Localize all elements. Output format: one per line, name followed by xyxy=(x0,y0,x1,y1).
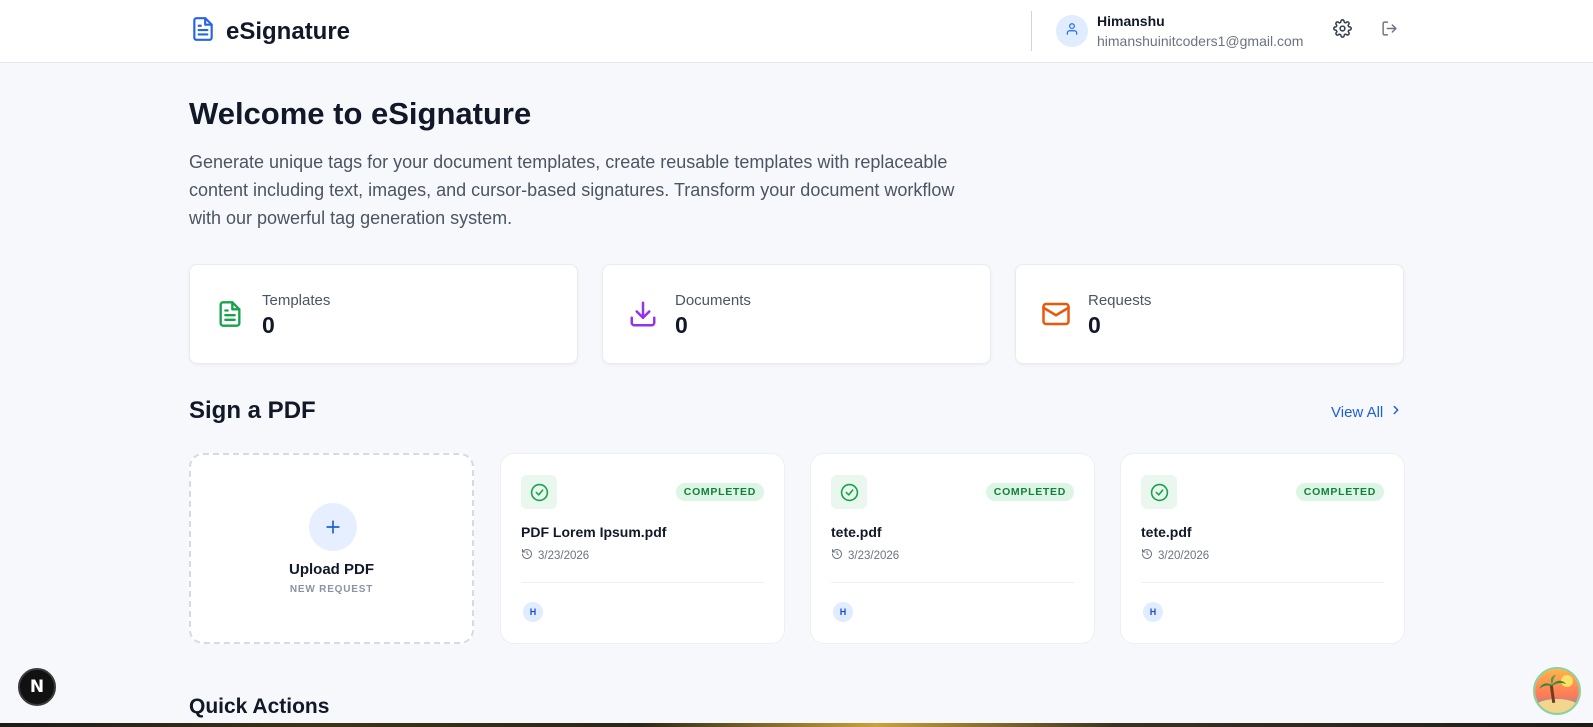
history-icon xyxy=(521,547,533,565)
section-title-quick-actions: Quick Actions xyxy=(189,695,330,718)
history-icon xyxy=(1141,547,1153,565)
floating-avatar-button[interactable] xyxy=(1533,667,1581,715)
brand[interactable]: eSignature xyxy=(190,14,350,49)
document-name: PDF Lorem Ipsum.pdf xyxy=(521,524,667,540)
header-divider xyxy=(1031,11,1032,51)
user-avatar[interactable] xyxy=(1056,15,1088,47)
card-divider xyxy=(521,582,764,583)
plus-icon xyxy=(309,503,357,551)
document-card[interactable]: COMPLETED tete.pdf 3/20/2026 H xyxy=(1120,453,1405,644)
stat-card-templates[interactable]: Templates 0 xyxy=(189,264,578,364)
stat-value: 0 xyxy=(262,312,275,338)
document-date-text: 3/23/2026 xyxy=(538,550,590,562)
dev-tools-button[interactable]: N xyxy=(18,668,56,706)
page-title: Welcome to eSignature xyxy=(189,96,532,131)
user-name: Himanshu xyxy=(1097,13,1165,29)
card-divider xyxy=(1141,582,1384,583)
page-description: Generate unique tags for your document t… xyxy=(189,152,955,228)
status-badge: COMPLETED xyxy=(1295,483,1384,501)
status-badge: COMPLETED xyxy=(675,483,764,501)
user-icon xyxy=(1065,22,1079,41)
download-icon xyxy=(627,297,659,331)
chevron-right-icon xyxy=(1389,403,1403,421)
check-circle-icon xyxy=(831,475,867,509)
document-date: 3/20/2026 xyxy=(1141,547,1209,565)
logout-button[interactable] xyxy=(1378,20,1400,42)
mail-icon xyxy=(1040,297,1072,331)
history-icon xyxy=(831,547,843,565)
file-text-icon xyxy=(190,14,216,49)
brand-title: eSignature xyxy=(226,17,351,45)
document-date: 3/23/2026 xyxy=(521,547,589,565)
status-badge: COMPLETED xyxy=(985,483,1074,501)
document-date: 3/23/2026 xyxy=(831,547,899,565)
signer-avatar: H xyxy=(1143,602,1163,622)
dev-tools-label: N xyxy=(29,677,45,697)
upload-title: Upload PDF xyxy=(289,561,374,578)
signer-avatar: H xyxy=(833,602,853,622)
gear-icon xyxy=(1332,19,1352,43)
upload-subtitle: NEW REQUEST xyxy=(289,584,374,595)
stat-card-documents[interactable]: Documents 0 xyxy=(602,264,991,364)
view-all-label: View All xyxy=(1331,403,1384,421)
bottom-image-strip xyxy=(0,723,1593,727)
top-bar: eSignature Himanshu himanshuinitcoders1@… xyxy=(0,0,1593,63)
document-name: tete.pdf xyxy=(1141,524,1192,540)
stat-card-requests[interactable]: Requests 0 xyxy=(1015,264,1404,364)
user-email: himanshuinitcoders1@gmail.com xyxy=(1097,33,1304,49)
stat-label: Documents xyxy=(675,292,751,309)
beach-icon xyxy=(1535,669,1579,713)
document-card[interactable]: COMPLETED tete.pdf 3/23/2026 H xyxy=(810,453,1095,644)
logout-icon xyxy=(1381,20,1398,42)
document-name: tete.pdf xyxy=(831,524,882,540)
signer-avatar: H xyxy=(523,602,543,622)
settings-button[interactable] xyxy=(1331,19,1353,43)
stat-label: Templates xyxy=(262,292,331,309)
section-title-sign-pdf: Sign a PDF xyxy=(189,397,316,424)
document-date-text: 3/23/2026 xyxy=(848,550,900,562)
check-circle-icon xyxy=(1141,475,1177,509)
upload-pdf-card[interactable]: Upload PDF NEW REQUEST xyxy=(189,453,474,644)
check-circle-icon xyxy=(521,475,557,509)
file-text-icon xyxy=(214,297,246,331)
view-all-link[interactable]: View All xyxy=(1331,403,1403,421)
stat-value: 0 xyxy=(1088,312,1101,338)
stat-label: Requests xyxy=(1088,292,1152,309)
stat-value: 0 xyxy=(675,312,688,338)
card-divider xyxy=(831,582,1074,583)
document-date-text: 3/20/2026 xyxy=(1158,550,1210,562)
document-card[interactable]: COMPLETED PDF Lorem Ipsum.pdf 3/23/2026 … xyxy=(500,453,785,644)
